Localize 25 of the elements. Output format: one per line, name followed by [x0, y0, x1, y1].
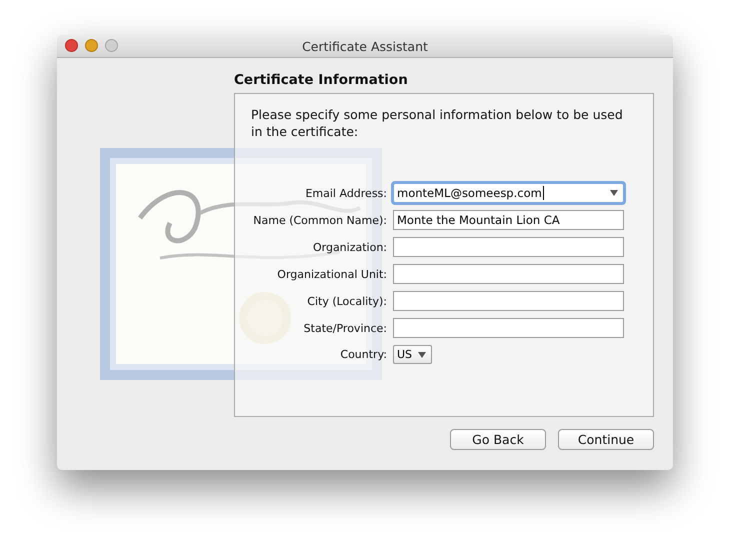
dialog-button[interactable]: Continue [558, 429, 654, 450]
zoom-icon[interactable] [105, 39, 118, 52]
minimize-icon[interactable] [85, 39, 98, 52]
text-cursor-icon [542, 186, 544, 200]
dialog-button[interactable]: Go Back [450, 429, 546, 450]
input-field[interactable] [393, 291, 624, 311]
email-combo-box[interactable]: monteML@someesp.com [393, 183, 624, 203]
field-label: Organization: [312, 240, 387, 254]
section-heading: Certificate Information [234, 72, 409, 88]
dropdown-arrow-icon[interactable] [610, 190, 618, 196]
dropdown-arrow-icon [418, 352, 426, 358]
field-label: Email Address: [304, 186, 387, 200]
input-field[interactable]: Monte the Mountain Lion CA [393, 210, 624, 230]
field-label: Organizational Unit: [276, 268, 387, 280]
field-label: City (Locality): [306, 294, 387, 308]
input-field[interactable] [393, 237, 624, 257]
field-label: Name (Common Name): [252, 214, 387, 226]
field-label: State/Province: [302, 322, 387, 334]
country-popup[interactable]: US [393, 345, 432, 364]
close-icon[interactable] [65, 39, 78, 52]
input-field[interactable] [393, 318, 624, 338]
window-title: Certificate Assistant [302, 38, 428, 54]
instructions: Please specify some personal information below to be used in the certificate: [251, 106, 624, 140]
field-label: Country: [339, 348, 387, 361]
input-field[interactable] [393, 264, 624, 284]
